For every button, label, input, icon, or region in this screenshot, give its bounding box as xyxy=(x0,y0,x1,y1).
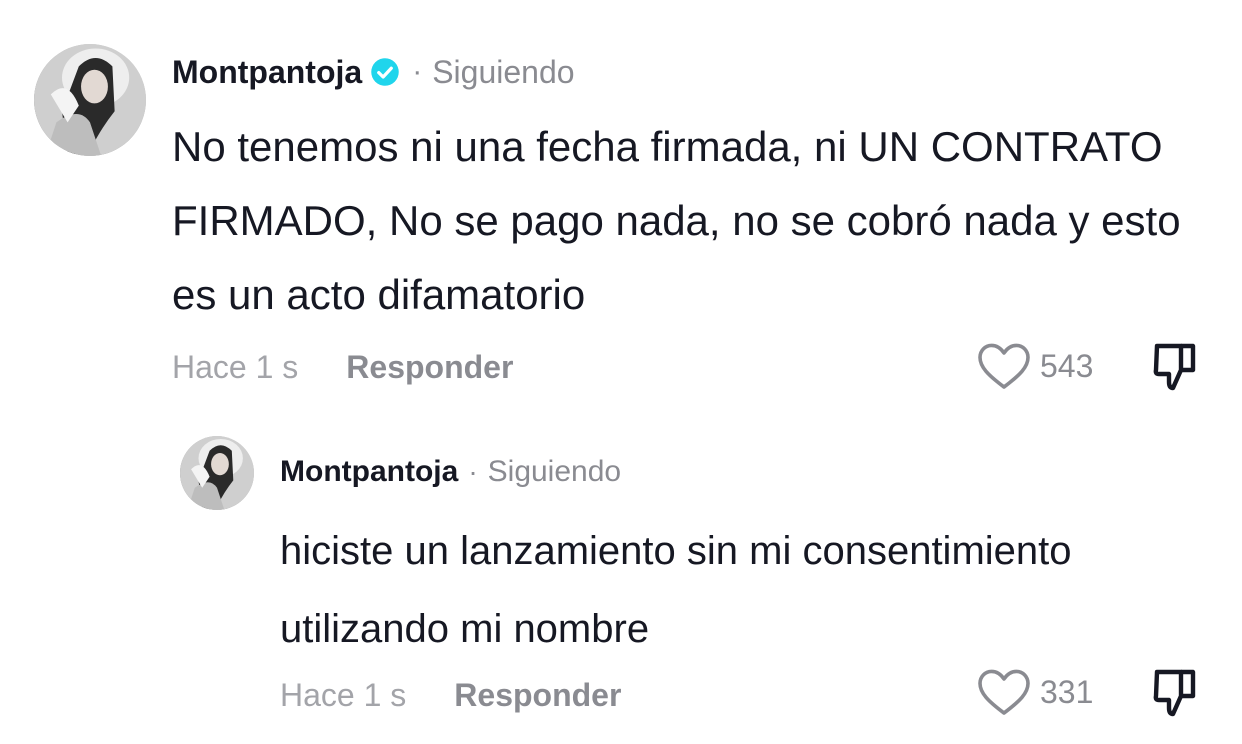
avatar[interactable] xyxy=(180,436,254,510)
like-count: 331 xyxy=(1040,673,1094,710)
heart-icon[interactable] xyxy=(976,667,1032,717)
username[interactable]: Montpantoja xyxy=(172,54,362,91)
avatar[interactable] xyxy=(34,44,146,156)
heart-icon[interactable] xyxy=(976,341,1032,391)
separator: · xyxy=(468,456,478,487)
username[interactable]: Montpantoja xyxy=(280,455,458,489)
reply-button[interactable]: Responder xyxy=(346,349,513,386)
comment-text: hiciste un lanzamiento sin mi consentimi… xyxy=(280,529,1072,651)
thumbs-down-icon[interactable] xyxy=(1150,340,1200,392)
following-label: Siguiendo xyxy=(432,53,575,90)
comment-actions: 543 xyxy=(976,340,1200,392)
comment-text: No tenemos ni una fecha firmada, ni UN C… xyxy=(172,123,1181,318)
timestamp: Hace 1 s xyxy=(172,348,299,385)
timestamp: Hace 1 s xyxy=(280,676,407,713)
comment-footer: Hace 1 s Responder xyxy=(280,672,621,718)
comment-footer: Hace 1 s Responder xyxy=(172,344,513,390)
following-label: Siguiendo xyxy=(487,455,622,488)
separator: · xyxy=(412,55,423,88)
comment-actions: 331 xyxy=(976,666,1200,718)
comment-header: Montpantoja · Siguiendo xyxy=(280,452,621,492)
like-count: 543 xyxy=(1040,347,1094,384)
comment-item: Montpantoja · Siguiendo No tenemos ni un… xyxy=(0,0,1242,420)
reply-item: Montpantoja · Siguiendo hiciste un lanza… xyxy=(0,420,1242,744)
verified-badge-icon xyxy=(370,57,400,87)
comment-header: Montpantoja · Siguiendo xyxy=(172,50,575,94)
reply-button[interactable]: Responder xyxy=(454,677,621,714)
thumbs-down-icon[interactable] xyxy=(1150,666,1200,718)
